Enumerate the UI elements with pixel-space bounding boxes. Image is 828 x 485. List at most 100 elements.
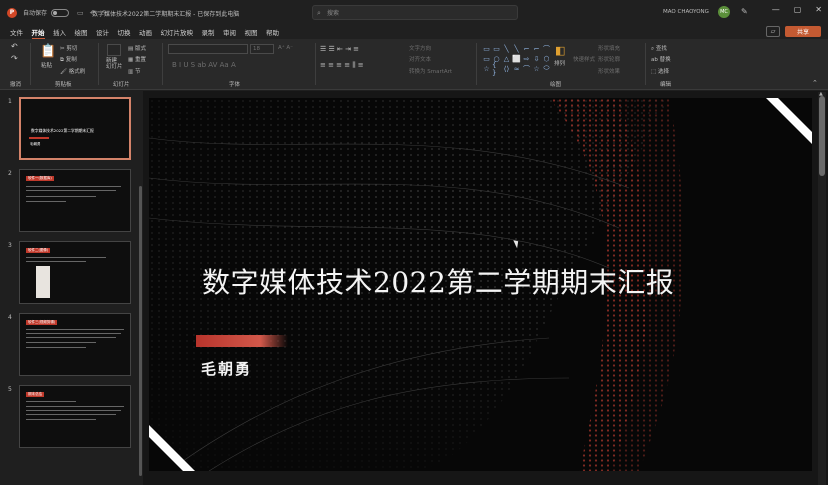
tab-design[interactable]: 设计 xyxy=(96,27,109,37)
font-group-label: 字体 xyxy=(229,82,241,88)
search-icon: ⌕ xyxy=(317,9,321,17)
drawing-group-label: 绘图 xyxy=(550,82,562,88)
search-input[interactable]: ⌕ 搜索 xyxy=(312,5,518,20)
editing-group-label: 编辑 xyxy=(660,82,672,88)
reset-button[interactable]: ▦ 重置 xyxy=(128,55,146,63)
layout-button[interactable]: ▤ 版式 xyxy=(128,44,146,52)
shape-outline-button[interactable]: 形状轮廓 xyxy=(598,55,620,63)
share-label: 共享 xyxy=(796,29,809,36)
format-painter-button[interactable]: 🖌 格式刷 xyxy=(60,67,85,75)
arrange-button[interactable]: 排列 xyxy=(554,59,565,67)
slide-thumbnail-3[interactable]: 软件二(图像) xyxy=(19,241,131,304)
select-button[interactable]: ⬚ 选择 xyxy=(651,67,669,75)
autosave-toggle[interactable] xyxy=(51,8,70,17)
corner-decoration-inner xyxy=(778,98,812,132)
tab-animations[interactable]: 动画 xyxy=(139,27,152,37)
cut-button[interactable]: ✂ 剪切 xyxy=(60,44,77,52)
tab-review[interactable]: 审阅 xyxy=(223,27,236,37)
save-icon[interactable]: ▭ xyxy=(77,9,84,17)
pen-icon[interactable]: ✎ xyxy=(741,7,748,16)
font-size-select[interactable]: 18 xyxy=(250,44,274,54)
convert-smartart-button[interactable]: 转换为 SmartArt xyxy=(409,67,452,75)
collapse-ribbon-icon[interactable]: ⌃ xyxy=(812,79,818,87)
new-slide-button[interactable]: 新建 幻灯片 xyxy=(106,58,123,70)
thumbnail-title: 软件一(数据库) xyxy=(26,176,54,181)
powerpoint-logo-icon: P xyxy=(7,7,17,18)
slides-group-label: 幻灯片 xyxy=(113,82,130,88)
comment-icon: ▱ xyxy=(770,28,776,35)
undo-icon[interactable]: ↶ xyxy=(11,43,18,51)
user-name: MAO CHAOYONG xyxy=(663,9,709,15)
tab-draw[interactable]: 绘图 xyxy=(75,27,88,37)
thumbnail-title: 期末总结 xyxy=(26,392,44,397)
new-slide-icon[interactable] xyxy=(107,44,121,56)
slide-author[interactable]: 毛朝勇 xyxy=(201,358,252,379)
tab-file[interactable]: 文件 xyxy=(10,27,23,37)
paste-icon[interactable]: 📋 xyxy=(40,45,56,58)
slide-thumbnail-2[interactable]: 软件一(数据库) xyxy=(19,169,131,232)
list-buttons[interactable]: ☰ ☰ ⇤ ⇥ ≡ xyxy=(320,45,359,53)
shape-effects-button[interactable]: 形状效果 xyxy=(598,67,620,75)
thumbnail-number: 5 xyxy=(8,386,12,393)
shape-fill-button[interactable]: 形状填充 xyxy=(598,44,620,52)
slide-thumbnail-1[interactable]: 数字媒体技术2022第二学期期末汇报 毛朝勇 xyxy=(19,97,131,160)
powerpoint-window: P 自动保存 ▭ ↶ ↷ 数字媒体技术2022第二学期期末汇报 - 已保存到此电… xyxy=(0,0,828,485)
arrange-icon[interactable]: ◧ xyxy=(555,45,565,56)
paste-button[interactable]: 粘贴 xyxy=(41,61,52,69)
grow-font-button[interactable]: A⁺ A⁻ xyxy=(278,45,293,51)
thumbnail-title: 数字媒体技术2022第二学期期末汇报 xyxy=(31,128,94,133)
maximize-icon[interactable]: ▢ xyxy=(794,5,802,14)
clipboard-group-label: 剪贴板 xyxy=(55,82,72,88)
quick-styles-button[interactable]: 快速样式 xyxy=(573,55,595,63)
thumbnail-scrollbar[interactable] xyxy=(139,186,142,476)
tab-record[interactable]: 录制 xyxy=(202,27,215,37)
comment-button[interactable]: ▱ xyxy=(766,26,780,37)
tab-insert[interactable]: 插入 xyxy=(53,27,66,37)
slide-thumbnail-pane: 1 数字媒体技术2022第二学期期末汇报 毛朝勇 2 软件一(数据库) 3 软件… xyxy=(0,91,143,485)
shapes-gallery[interactable]: ▭ ▭ ╲ ╲ ⌐ ⌐ ⌒ ▭ ○ △ ⬜ ⇨ ⇩ ⬡ ☆{ } ⟨⟩ ≈ ⌒ ☆ ⬭ xyxy=(482,44,550,77)
align-text-button[interactable]: 对齐文本 xyxy=(409,55,431,63)
align-buttons[interactable]: ≡ ≡ ≡ ≡ ⫼ ≡ xyxy=(320,61,364,70)
corner-decoration-inner xyxy=(149,437,183,471)
slide-thumbnail-4[interactable]: 软件三(视频剪辑) xyxy=(19,313,131,376)
font-name-select[interactable] xyxy=(168,44,248,54)
section-button[interactable]: ▥ 节 xyxy=(128,67,140,75)
close-icon[interactable]: ✕ xyxy=(815,5,822,14)
tab-slideshow[interactable]: 幻灯片放映 xyxy=(161,27,194,37)
slide-title[interactable]: 数字媒体技术2022第二学期期末汇报 xyxy=(202,261,674,301)
share-button[interactable]: 共享 xyxy=(785,26,821,37)
thumbnail-title: 软件二(图像) xyxy=(26,248,51,253)
slide-editor-canvas: 数字媒体技术2022第二学期期末汇报 毛朝勇 xyxy=(143,91,828,485)
thumbnail-number: 4 xyxy=(8,314,12,321)
redo-icon[interactable]: ↷ xyxy=(11,55,18,63)
search-placeholder: 搜索 xyxy=(327,10,340,17)
find-button[interactable]: ⌕ 查找 xyxy=(651,44,667,53)
ribbon-tabs: 文件 开始 插入 绘图 设计 切换 动画 幻灯片放映 录制 审阅 视图 帮助 ▱… xyxy=(0,25,828,40)
vertical-scrollbar[interactable] xyxy=(819,96,825,176)
thumbnail-bar xyxy=(29,137,49,139)
undo-group-label: 撤消 xyxy=(10,82,22,88)
copy-button[interactable]: ⧉ 复制 xyxy=(60,55,77,64)
replace-button[interactable]: ab 替换 xyxy=(651,55,671,63)
text-direction-button[interactable]: 文字方向 xyxy=(409,44,431,52)
window-controls: — ▢ ✕ xyxy=(772,5,822,14)
thumbnail-author: 毛朝勇 xyxy=(30,142,41,146)
thumbnail-image xyxy=(36,266,50,298)
autosave-label: 自动保存 xyxy=(23,10,48,17)
title-bar: P 自动保存 ▭ ↶ ↷ 数字媒体技术2022第二学期期末汇报 - 已保存到此电… xyxy=(0,0,828,25)
minimize-icon[interactable]: — xyxy=(772,5,780,14)
thumbnail-number: 1 xyxy=(8,98,12,105)
avatar[interactable]: MC xyxy=(718,6,730,18)
font-format-buttons[interactable]: B I U S ab AV Aa A xyxy=(172,61,236,69)
current-slide[interactable]: 数字媒体技术2022第二学期期末汇报 毛朝勇 xyxy=(149,98,812,471)
thumbnail-number: 2 xyxy=(8,170,12,177)
title-accent-bar xyxy=(196,335,288,347)
tab-help[interactable]: 帮助 xyxy=(266,27,279,37)
tab-view[interactable]: 视图 xyxy=(245,27,258,37)
tab-home[interactable]: 开始 xyxy=(31,27,45,40)
ribbon-home: ↶ ↷ 撤消 📋 粘贴 ✂ 剪切 ⧉ 复制 🖌 格式刷 剪贴板 新建 幻灯片 ▤… xyxy=(0,39,828,90)
slide-thumbnail-5[interactable]: 期末总结 xyxy=(19,385,131,448)
tab-transitions[interactable]: 切换 xyxy=(118,27,131,37)
document-title: 数字媒体技术2022第二学期期末汇报 - 已保存到此电脑 xyxy=(92,11,240,18)
thumbnail-number: 3 xyxy=(8,242,12,249)
